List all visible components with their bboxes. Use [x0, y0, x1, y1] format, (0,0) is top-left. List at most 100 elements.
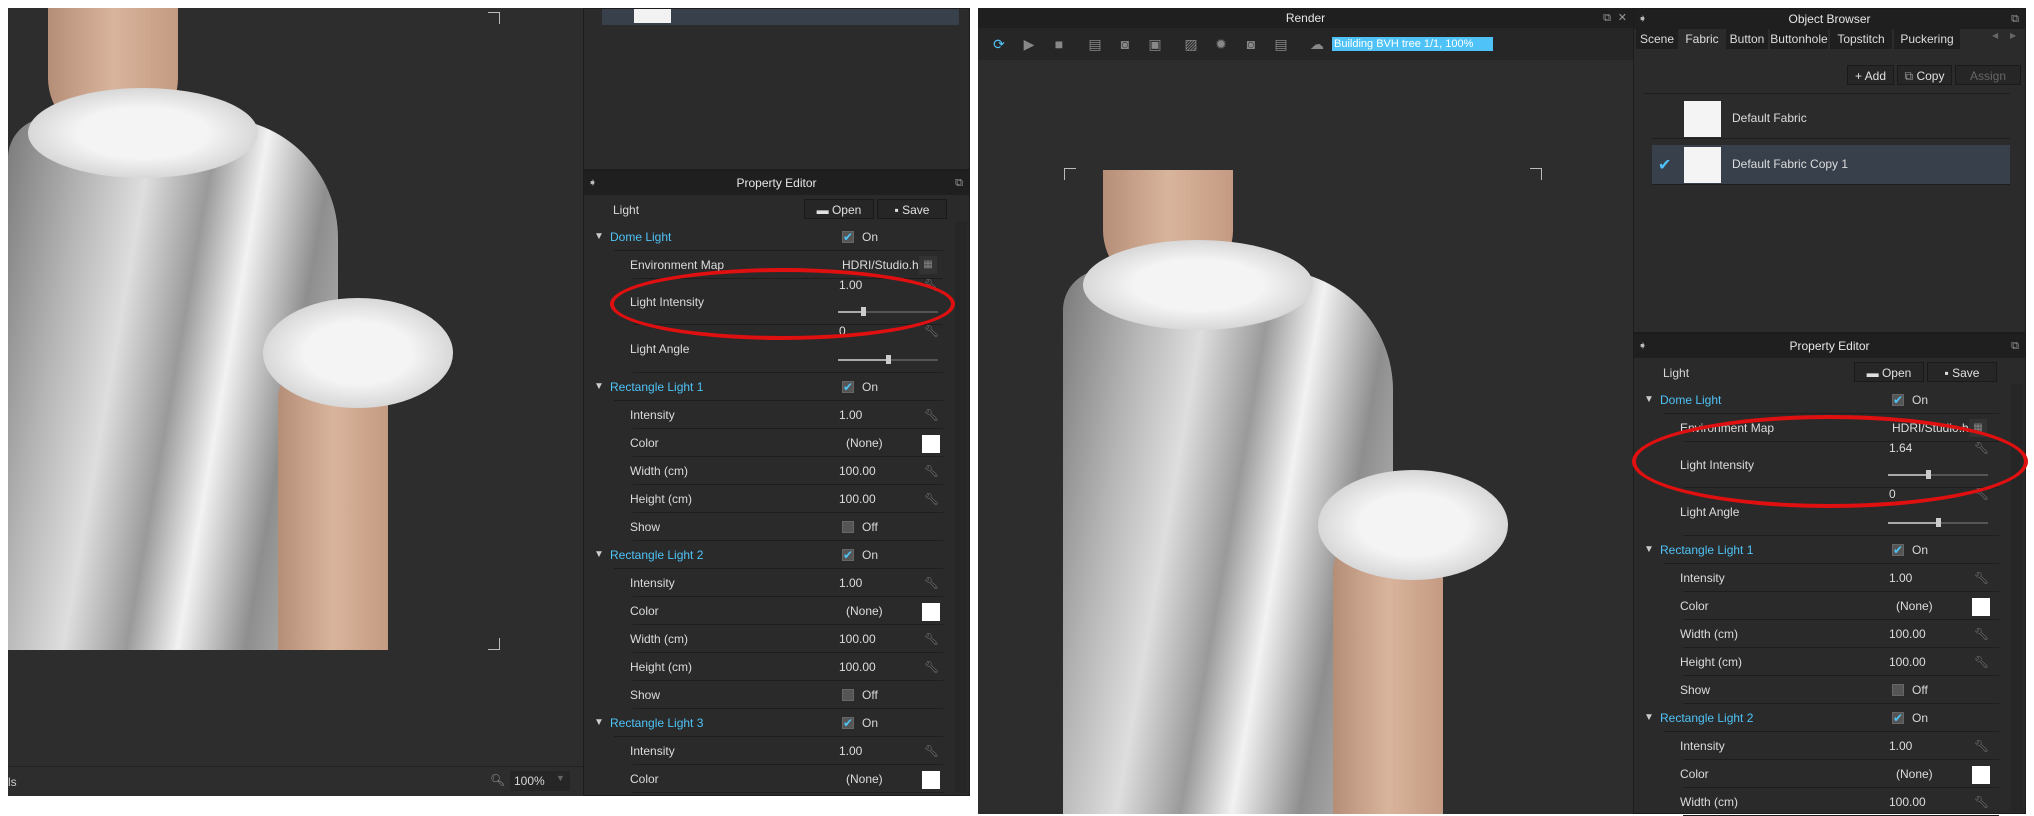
wrench-icon[interactable]: 🔧︎ [924, 457, 939, 485]
color-swatch[interactable] [922, 603, 940, 621]
open-button[interactable]: ▬ Open [804, 199, 874, 219]
value-field[interactable]: 100.00 [839, 485, 876, 513]
collapse-triangle-icon[interactable]: ▼ [594, 223, 604, 251]
tab-scene[interactable]: Scene [1636, 29, 1678, 49]
popout-icon[interactable]: ⧉ [955, 171, 963, 195]
color-swatch[interactable] [1972, 766, 1990, 784]
value-field[interactable]: 100.00 [1889, 788, 1926, 816]
refresh-render-icon[interactable]: ⟳ [986, 34, 1012, 54]
tab-scroll-right-icon[interactable]: ▶ [2010, 31, 2016, 40]
value-field[interactable]: 100.00 [1889, 648, 1926, 676]
collapse-triangle-icon[interactable]: ▼ [594, 541, 604, 569]
popout-icon[interactable]: ⧉ [2011, 334, 2019, 358]
value-field[interactable]: 100.00 [1889, 620, 1926, 648]
wrench-icon[interactable]: 🔧︎ [924, 625, 939, 653]
wrench-icon[interactable]: 🔧︎ [924, 653, 939, 681]
slider-track[interactable] [838, 355, 938, 364]
group-header[interactable]: ▼ Dome Light On [584, 223, 951, 251]
value-field[interactable]: 1.00 [839, 569, 862, 597]
document-icon[interactable]: ▤ [1082, 34, 1108, 54]
color-swatch[interactable] [1972, 598, 1990, 616]
cloud-render-icon[interactable]: ☁ [1304, 34, 1330, 54]
stop-render-icon[interactable]: ■ [1046, 34, 1072, 54]
collapse-triangle-icon[interactable]: ▼ [594, 373, 604, 401]
assign-button[interactable]: Assign [1955, 65, 2021, 85]
fabric-list-item[interactable]: Default Fabric [1652, 99, 2010, 139]
copy-button[interactable]: ⧉ Copy [1897, 65, 1952, 85]
checkbox[interactable] [842, 373, 854, 401]
checkbox[interactable] [1892, 684, 1904, 696]
slider-track[interactable] [1888, 518, 1988, 527]
checkbox[interactable] [842, 521, 854, 533]
property-editor-title: Property Editor [1789, 339, 1870, 353]
color-value: (None) [846, 436, 883, 450]
group-header[interactable]: ▼ Rectangle Light 1 On [1634, 536, 2007, 564]
checkbox[interactable] [842, 223, 854, 251]
value-field[interactable]: 100.00 [839, 653, 876, 681]
camera-settings-icon[interactable]: ◙ [1238, 34, 1264, 54]
zoom-dropdown-icon[interactable]: ▼ [556, 773, 565, 783]
open-image-icon[interactable]: ▣ [1142, 34, 1168, 54]
group-header[interactable]: ▼ Rectangle Light 1 On [584, 373, 951, 401]
wrench-icon[interactable]: 🔧︎ [1974, 788, 1989, 816]
wrench-icon[interactable]: 🔧︎ [1974, 648, 1989, 676]
tab-puckering[interactable]: Puckering [1894, 29, 1960, 49]
light-settings-icon[interactable]: ✹ [1208, 34, 1234, 54]
save-button[interactable]: ▪ Save [1927, 362, 1997, 382]
image-settings-icon[interactable]: ▨ [1178, 34, 1204, 54]
collapse-triangle-icon[interactable]: ▼ [1644, 536, 1654, 564]
selected-fabric-row[interactable] [602, 9, 959, 25]
wrench-icon[interactable]: 🔧︎ [1974, 564, 1989, 592]
pin-icon[interactable]: ➧ [588, 171, 597, 195]
checkbox[interactable] [1892, 536, 1904, 564]
add-button[interactable]: + Add [1847, 65, 1894, 85]
collapse-triangle-icon[interactable]: ▼ [1644, 386, 1654, 414]
tab-fabric[interactable]: Fabric [1680, 29, 1724, 49]
render-settings-icon[interactable]: ▤ [1268, 34, 1294, 54]
checkbox[interactable] [842, 689, 854, 701]
save-button[interactable]: ▪ Save [877, 199, 947, 219]
pin-icon[interactable]: ➧ [1638, 334, 1647, 358]
color-value: (None) [846, 604, 883, 618]
left-viewport[interactable]: ls 🔍︎ 100% ▼ [8, 8, 583, 796]
tab-scroll-left-icon[interactable]: ◀ [1992, 31, 1998, 40]
play-render-icon[interactable]: ▶ [1016, 34, 1042, 54]
value-field[interactable]: 1.00 [839, 737, 862, 765]
group-header[interactable]: ▼ Dome Light On [1634, 386, 2007, 414]
wrench-icon[interactable]: 🔧︎ [924, 401, 939, 429]
wrench-icon[interactable]: 🔧︎ [924, 737, 939, 765]
fabric-list-item[interactable]: ✔ Default Fabric Copy 1 [1652, 145, 2010, 185]
collapse-triangle-icon[interactable]: ▼ [1644, 704, 1654, 732]
color-swatch[interactable] [922, 771, 940, 789]
checkbox[interactable] [842, 709, 854, 737]
camera-snapshot-icon[interactable]: ◙ [1112, 34, 1138, 54]
value-field[interactable]: 100.00 [839, 625, 876, 653]
wrench-icon[interactable]: 🔧︎ [1974, 732, 1989, 760]
value-field[interactable]: 1.00 [1889, 732, 1912, 760]
value-field[interactable]: 100.00 [839, 457, 876, 485]
wrench-icon[interactable]: 🔧︎ [924, 569, 939, 597]
group-header[interactable]: ▼ Rectangle Light 3 On [584, 709, 951, 737]
wrench-icon[interactable]: 🔧︎ [1974, 620, 1989, 648]
slider-handle[interactable] [886, 355, 891, 364]
checkbox[interactable] [1892, 386, 1904, 414]
slider-handle[interactable] [1936, 518, 1941, 527]
group-header[interactable]: ▼ Rectangle Light 2 On [584, 541, 951, 569]
close-icon[interactable]: ✕ [1618, 8, 1627, 28]
popout-icon[interactable]: ⧉ [1603, 8, 1611, 28]
color-swatch[interactable] [922, 435, 940, 453]
open-button[interactable]: ▬ Open [1854, 362, 1924, 382]
group-header[interactable]: ▼ Rectangle Light 2 On [1634, 704, 2007, 732]
tab-topstitch[interactable]: Topstitch [1830, 29, 1892, 49]
tab-buttonhole[interactable]: Buttonhole [1770, 29, 1828, 49]
collapse-triangle-icon[interactable]: ▼ [594, 709, 604, 737]
checkbox[interactable] [1892, 704, 1904, 732]
value-field[interactable]: 1.00 [839, 401, 862, 429]
checkbox[interactable] [842, 541, 854, 569]
pin-icon[interactable]: ➧ [1638, 9, 1647, 29]
value-field[interactable]: 1.00 [1889, 564, 1912, 592]
tab-button[interactable]: Button [1726, 29, 1768, 49]
scrollbar[interactable] [955, 221, 967, 793]
wrench-icon[interactable]: 🔧︎ [924, 485, 939, 513]
popout-icon[interactable]: ⧉ [2011, 9, 2019, 29]
